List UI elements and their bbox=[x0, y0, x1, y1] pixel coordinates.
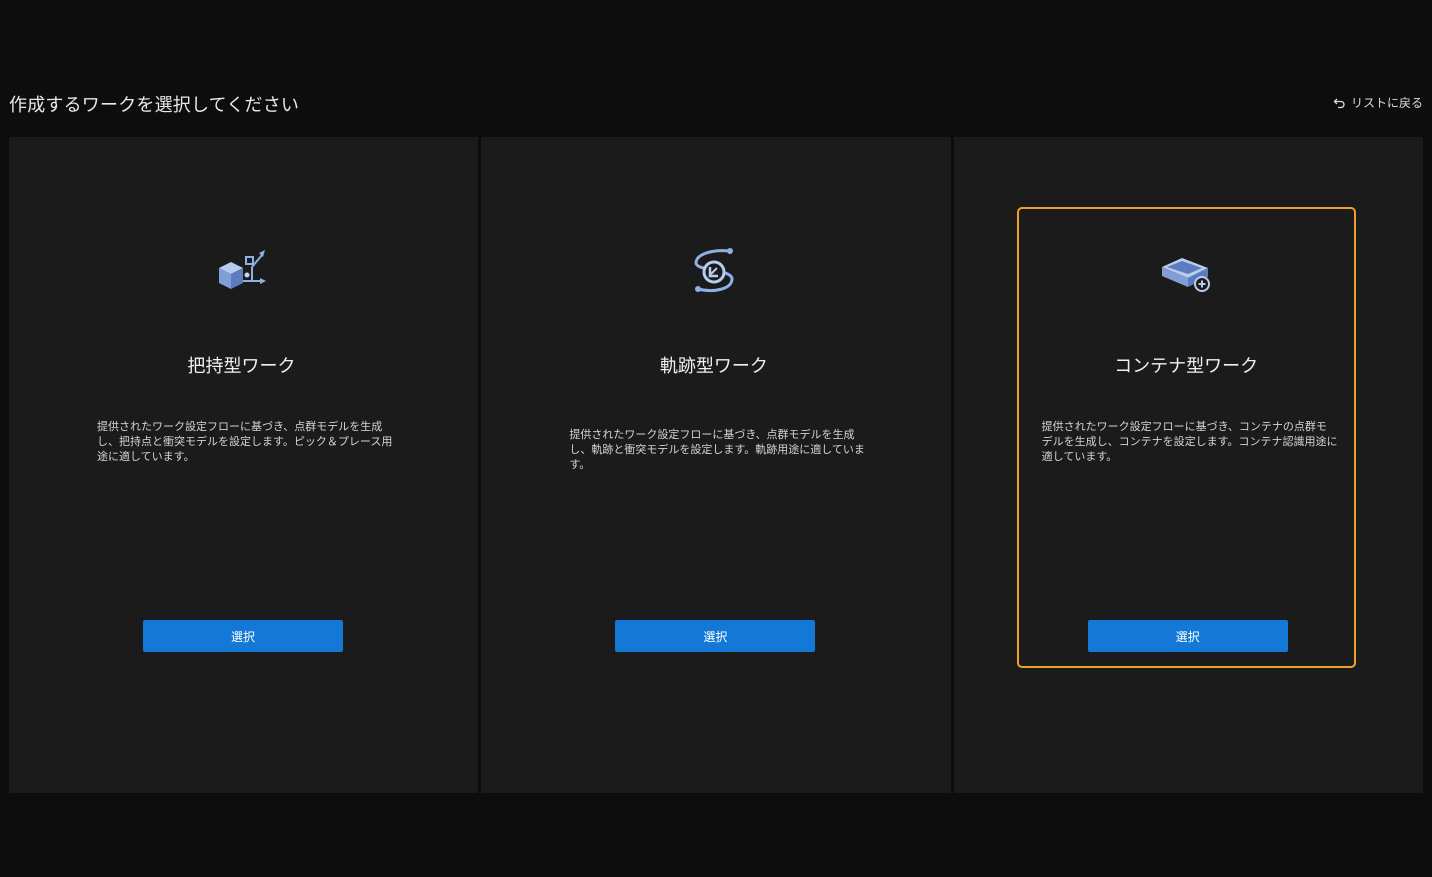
grasp-box-icon bbox=[212, 241, 272, 301]
work-type-panels: 把持型ワーク 提供されたワーク設定フローに基づき、点群モデルを生成し、把持点と衝… bbox=[9, 137, 1423, 793]
trajectory-path-icon bbox=[684, 241, 744, 301]
panel-trajectory-work: 軌跡型ワーク 提供されたワーク設定フローに基づき、点群モデルを生成し、軌跡と衝突… bbox=[481, 137, 951, 793]
back-to-list-label: リストに戻る bbox=[1350, 96, 1423, 110]
card-title: コンテナ型ワーク bbox=[1114, 356, 1259, 377]
card-description: 提供されたワーク設定フローに基づき、コンテナの点群モデルを生成し、コンテナを設定… bbox=[1041, 420, 1338, 463]
card-description: 提供されたワーク設定フローに基づき、点群モデルを生成し、軌跡と衝突モデルを設定し… bbox=[569, 428, 865, 471]
panel-grasp-work: 把持型ワーク 提供されたワーク設定フローに基づき、点群モデルを生成し、把持点と衝… bbox=[9, 137, 479, 793]
select-button-trajectory[interactable]: 選択 bbox=[615, 620, 816, 652]
page-title: 作成するワークを選択してください bbox=[9, 95, 300, 116]
card-trajectory-work[interactable]: 軌跡型ワーク 提供されたワーク設定フローに基づき、点群モデルを生成し、軌跡と衝突… bbox=[544, 207, 883, 668]
card-title: 軌跡型ワーク bbox=[659, 356, 768, 377]
card-grasp-work[interactable]: 把持型ワーク 提供されたワーク設定フローに基づき、点群モデルを生成し、把持点と衝… bbox=[72, 207, 411, 668]
undo-arrow-icon bbox=[1333, 97, 1346, 109]
select-button-container[interactable]: 選択 bbox=[1087, 620, 1288, 652]
card-title: 把持型ワーク bbox=[187, 356, 296, 377]
container-add-icon bbox=[1156, 241, 1216, 301]
page-header: 作成するワークを選択してください リストに戻る bbox=[0, 88, 1432, 122]
panel-container-work: コンテナ型ワーク 提供されたワーク設定フローに基づき、コンテナの点群モデルを生成… bbox=[953, 137, 1423, 793]
card-container-work[interactable]: コンテナ型ワーク 提供されたワーク設定フローに基づき、コンテナの点群モデルを生成… bbox=[1016, 207, 1356, 668]
select-button-grasp[interactable]: 選択 bbox=[143, 620, 343, 652]
card-description: 提供されたワーク設定フローに基づき、点群モデルを生成し、把持点と衝突モデルを設定… bbox=[97, 420, 393, 463]
back-to-list-link[interactable]: リストに戻る bbox=[1333, 94, 1423, 111]
